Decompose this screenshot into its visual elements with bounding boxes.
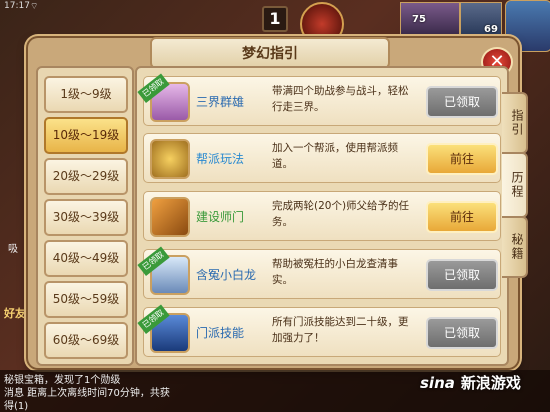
watermark-brand: sina [420,374,455,392]
quest-name: 建设师门 [196,210,245,224]
level-range-item-selected[interactable]: 10级～19级 [44,117,128,154]
level-range-list[interactable]: 1级～9级 10级～19级 20级～29级 30级～39级 40级～49级 50… [36,66,134,366]
go-button[interactable]: 前往 [426,143,498,175]
level-range-item[interactable]: 50级～59级 [44,281,128,318]
chat-line: 得(1) [4,401,29,412]
claimed-button[interactable]: 已领取 [426,317,498,349]
ally-portrait[interactable] [400,2,460,36]
level-range-item[interactable]: 1级～9级 [44,76,128,113]
side-skill-label: 吸 [8,244,18,255]
list-item: 建设师门 完成两轮(20个)师父给予的任务。 前往 [143,191,501,241]
tab-history[interactable]: 历程 [502,152,528,218]
wifi-icon: ⌔ [30,2,39,12]
go-button[interactable]: 前往 [426,201,498,233]
tab-secrets[interactable]: 秘籍 [502,216,528,278]
quest-name: 帮派玩法 [196,152,245,166]
quest-name: 三界群雄 [196,95,245,109]
status-time: 17:17 [4,1,30,11]
player-level: 69 [484,24,498,35]
claimed-button[interactable]: 已领取 [426,259,498,291]
level-range-item[interactable]: 30级～39级 [44,199,128,236]
quest-description: 所有门派技能达到二十级，更加强力了！ [272,316,409,344]
friends-label[interactable]: 好友 [4,305,26,321]
dialog-title: 梦幻指引 [242,46,298,62]
watermark: sina 新浪游戏 [420,372,521,393]
list-item: 帮派玩法 加入一个帮派，使用帮派频道。 前往 [143,133,501,183]
quest-name: 门派技能 [196,326,245,340]
coin-icon [150,139,190,179]
hud-count-badge[interactable]: 1 [262,6,288,32]
quest-description: 完成两轮(20个)师父给予的任务。 [272,200,410,228]
tab-guide[interactable]: 指引 [502,92,528,154]
claimed-button[interactable]: 已领取 [426,86,498,118]
ally-level: 75 [412,14,426,25]
quest-name: 含冤小白龙 [196,268,257,282]
quest-list[interactable]: 已领取 三界群雄 带满四个助战参与战斗，轻松行走三界。 已领取 帮派玩法 加入一… [135,66,509,366]
level-range-item[interactable]: 20级～29级 [44,158,128,195]
list-item: 已领取 三界群雄 带满四个助战参与战斗，轻松行走三界。 已领取 [137,73,501,126]
watermark-text: 新浪游戏 [460,374,521,392]
quest-description: 帮助被冤枉的小白龙查清事实。 [272,258,398,286]
chat-line: 消息 距离上次离线时间70分钟，共获 [4,388,170,399]
level-range-item[interactable]: 60级～69级 [44,322,128,359]
scroll-icon [150,197,190,237]
quest-description: 带满四个助战参与战斗，轻松行走三界。 [272,85,409,113]
list-item: 已领取 含冤小白龙 帮助被冤枉的小白龙查清事实。 已领取 [137,246,501,299]
level-range-item[interactable]: 40级～49级 [44,240,128,277]
quest-description: 加入一个帮派，使用帮派频道。 [272,142,398,170]
list-item: 已领取 门派技能 所有门派技能达到二十级，更加强力了！ 已领取 [137,304,501,357]
